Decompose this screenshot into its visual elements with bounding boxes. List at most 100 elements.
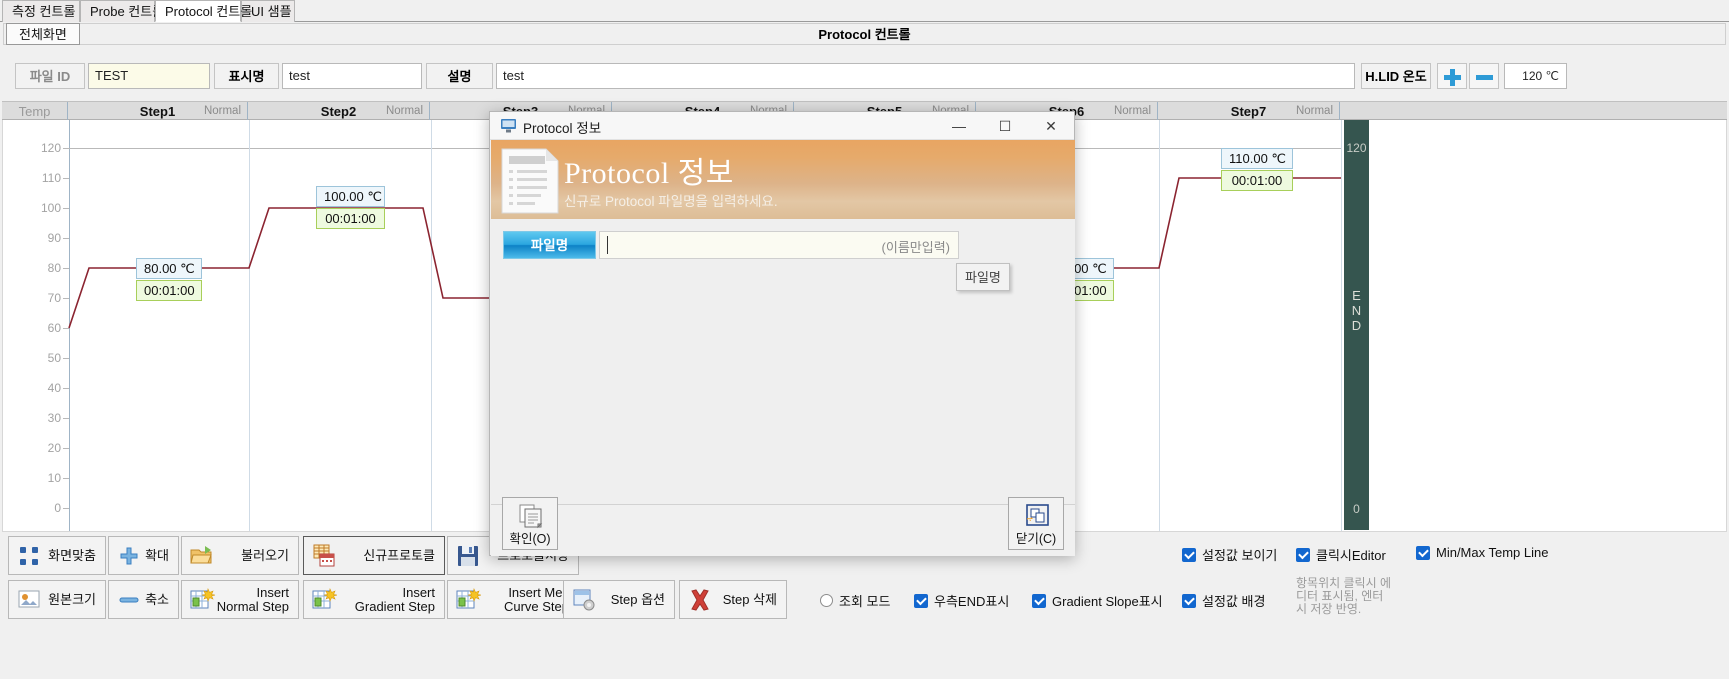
view-mode-radio[interactable]: 조회 모드 (820, 591, 890, 610)
dialog-confirm-button[interactable]: 확인(O) (502, 497, 558, 550)
view-mode-label: 조회 모드 (839, 594, 891, 609)
insert-normal-step-icon (189, 587, 216, 613)
save-disk-icon (455, 543, 481, 569)
original-size-icon (16, 587, 42, 613)
end-panel-bottom-value: 0 (1353, 502, 1360, 516)
protocol-field-row: 파일 ID TEST 표시명 test 설명 test H.LID 온도 120… (0, 51, 1729, 101)
hlid-temp-label: H.LID 온도 (1361, 63, 1431, 89)
display-name-input[interactable]: test (282, 63, 422, 89)
setpoint-background-checkbox[interactable]: 설정값 배경 (1182, 591, 1265, 610)
file-id-label: 파일 ID (15, 63, 85, 89)
step-mode-6: Normal (1113, 105, 1151, 117)
page-title-bar: Protocol 컨트롤 (3, 23, 1726, 45)
description-label: 설명 (426, 63, 493, 89)
dialog-hero-subtitle: 신규로 Protocol 파일명을 입력하세요. (564, 194, 778, 209)
plus-icon-bar (1450, 69, 1455, 86)
insert-normal-step-button[interactable]: Insert Normal Step (181, 580, 299, 619)
hlid-temp-value[interactable]: 120 ℃ (1504, 63, 1567, 89)
tab-probe-control[interactable]: Probe 컨트롤 (80, 0, 164, 22)
new-protocol-button[interactable]: 신규프로토클 (303, 536, 445, 575)
folder-open-icon (189, 543, 215, 569)
step-header-1[interactable]: Step1 Normal (68, 102, 248, 121)
step-header-7[interactable]: Step7 Normal (1158, 102, 1340, 121)
checkbox-checked-icon (1296, 547, 1310, 562)
setpoint-time-label-4[interactable]: 00:01:00 (1221, 170, 1293, 191)
checkbox-checked-icon (1182, 593, 1196, 608)
setpoint-temp-label-4[interactable]: 110.00 ℃ (1221, 148, 1293, 169)
protocol-info-dialog[interactable]: Protocol 정보 — ☐ ✕ Protocol 정보 신규로 Protoc… (489, 111, 1075, 556)
fit-screen-label: 화면맞춤 (48, 547, 96, 563)
zoom-out-icon (116, 587, 142, 613)
step-option-label: Step 옵션 (610, 591, 665, 607)
setpoint-time-label-2[interactable]: 00:01:00 (316, 208, 385, 229)
insert-melt-curve-step-button[interactable]: Insert Melt Curve Step (447, 580, 579, 619)
radio-unchecked-icon (820, 594, 833, 607)
filename-placeholder: (이름만입력) (881, 240, 950, 255)
fullscreen-button[interactable]: 전체화면 (6, 23, 80, 45)
hlid-decrease-button[interactable] (1469, 63, 1499, 89)
step-mode-2: Normal (385, 105, 423, 117)
main-tabstrip: 측정 컨트롤 Probe 컨트롤 Protocol 컨트롤 UI 샘플 (0, 0, 1729, 22)
setpoint-background-label: 설정값 배경 (1202, 594, 1266, 609)
fit-screen-button[interactable]: 화면맞춤 (8, 536, 106, 575)
dialog-titlebar[interactable]: Protocol 정보 — ☐ ✕ (490, 112, 1074, 140)
step-option-button[interactable]: Step 옵션 (563, 580, 675, 619)
protocol-control-app: 측정 컨트롤 Probe 컨트롤 Protocol 컨트롤 UI 샘플 Prot… (0, 0, 1729, 679)
dialog-close-action-button[interactable]: 닫기(C) (1008, 497, 1064, 550)
dialog-close-action-label: 닫기(C) (1015, 532, 1057, 546)
checkbox-checked-icon (914, 593, 928, 608)
step-option-icon (571, 587, 597, 613)
filename-label: 파일명 (503, 231, 596, 259)
step-delete-label: Step 삭제 (722, 591, 777, 607)
checkbox-checked-icon (1416, 545, 1430, 560)
setpoint-temp-label-1[interactable]: 80.00 ℃ (136, 258, 202, 279)
fit-screen-icon (16, 543, 42, 569)
zoom-in-button[interactable]: 확대 (108, 536, 179, 575)
end-panel[interactable]: 120 END 0 (1344, 120, 1369, 530)
insert-melt-curve-step-icon (455, 587, 482, 613)
end-panel-label: END (1351, 288, 1362, 333)
step-header-2[interactable]: Step2 Normal (248, 102, 430, 121)
tab-measure-control[interactable]: 측정 컨트롤 (2, 0, 80, 22)
dialog-maximize-button[interactable]: ☐ (982, 112, 1028, 140)
dialog-confirm-label: 확인(O) (509, 532, 551, 546)
filename-input[interactable]: (이름만입력) (599, 231, 959, 259)
dialog-hero-title: Protocol 정보 (564, 157, 734, 190)
hlid-increase-button[interactable] (1437, 63, 1467, 89)
dialog-minimize-button[interactable]: — (936, 112, 982, 140)
delete-x-icon (687, 587, 713, 613)
insert-normal-step-label: Insert Normal Step (216, 584, 289, 614)
filename-tooltip: 파일명 (956, 263, 1010, 291)
checkbox-checked-icon (1032, 593, 1046, 608)
zoom-in-icon (116, 543, 142, 569)
zoom-out-label: 축소 (145, 591, 169, 607)
load-protocol-label: 불러오기 (241, 547, 289, 563)
minmax-temp-line-checkbox[interactable]: Min/Max Temp Line (1416, 545, 1548, 560)
step-mode-7: Normal (1295, 105, 1333, 117)
setpoint-temp-label-2[interactable]: 100.00 ℃ (316, 186, 385, 207)
file-id-input[interactable]: TEST (88, 63, 210, 89)
gradient-slope-checkbox[interactable]: Gradient Slope표시 (1032, 591, 1163, 610)
dialog-body: 파일명 (이름만입력) 파일명 (491, 219, 1075, 504)
show-setpoint-checkbox[interactable]: 설정값 보이기 (1182, 545, 1277, 564)
original-size-button[interactable]: 원본크기 (8, 580, 106, 619)
editor-hint-text: 항목위치 클릭시 에 디터 표시됨, 엔터 시 저장 반영. (1296, 576, 1391, 616)
right-end-checkbox[interactable]: 우측END표시 (914, 591, 1009, 610)
load-protocol-button[interactable]: 불러오기 (181, 536, 299, 575)
display-name-label: 표시명 (214, 63, 279, 89)
tab-protocol-control[interactable]: Protocol 컨트롤 (155, 0, 252, 22)
description-input[interactable]: test (496, 63, 1355, 89)
zoom-out-button[interactable]: 축소 (108, 580, 179, 619)
original-size-label: 원본크기 (48, 591, 96, 607)
gradient-slope-label: Gradient Slope표시 (1052, 594, 1163, 609)
click-editor-checkbox[interactable]: 클릭시Editor (1296, 545, 1386, 564)
page-title: Protocol 컨트롤 (818, 27, 911, 42)
end-panel-top-value: 120 (1346, 141, 1367, 155)
insert-gradient-step-button[interactable]: Insert Gradient Step (303, 580, 445, 619)
insert-gradient-step-label: Insert Gradient Step (354, 584, 435, 614)
step-delete-button[interactable]: Step 삭제 (679, 580, 787, 619)
temp-column-header: Temp (2, 102, 68, 121)
right-end-label: 우측END표시 (934, 594, 1010, 609)
setpoint-time-label-1[interactable]: 00:01:00 (136, 280, 202, 301)
dialog-close-button[interactable]: ✕ (1028, 112, 1074, 140)
